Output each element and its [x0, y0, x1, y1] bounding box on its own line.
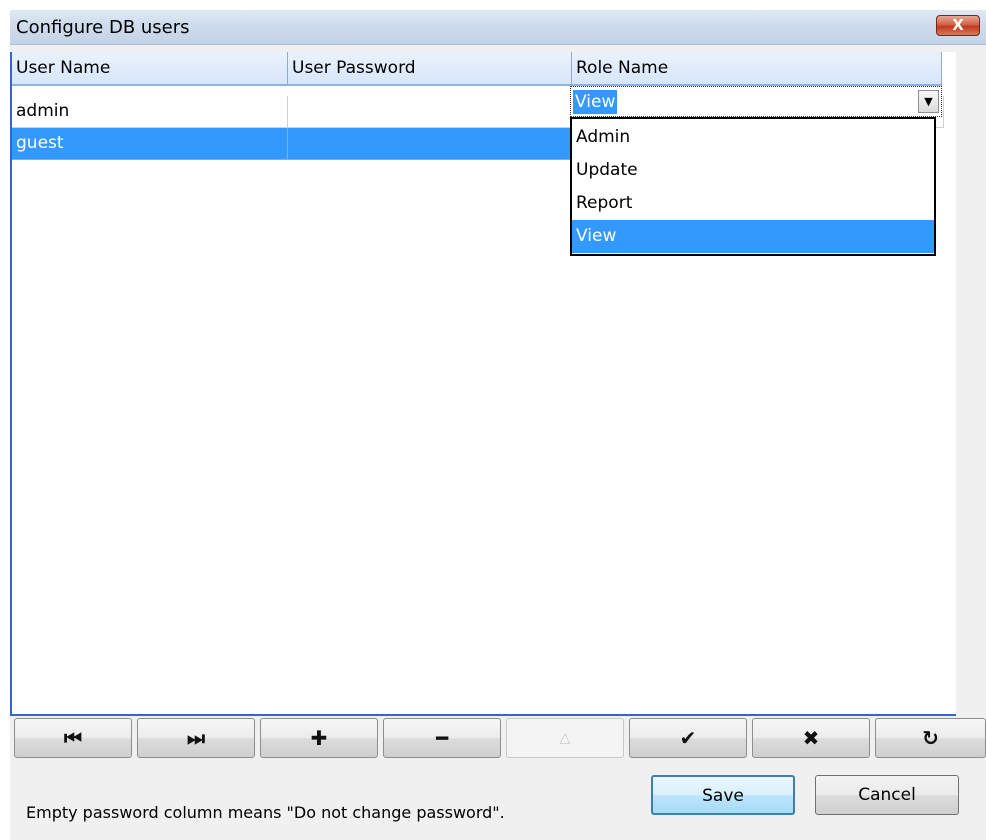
- role-dropdown-list[interactable]: Admin Update Report View: [570, 117, 936, 256]
- role-option-update[interactable]: Update: [572, 154, 934, 187]
- first-record-icon[interactable]: ⏮: [14, 718, 132, 758]
- dialog-title: Configure DB users: [16, 17, 190, 38]
- post-edit-icon[interactable]: ✔: [629, 718, 747, 758]
- password-hint: Empty password column means "Do not chan…: [26, 803, 505, 822]
- column-header-role-name[interactable]: Role Name: [572, 52, 942, 86]
- last-record-icon[interactable]: ⏭: [137, 718, 255, 758]
- delete-record-icon[interactable]: ━: [383, 718, 501, 758]
- cancel-button[interactable]: Cancel: [815, 775, 959, 815]
- column-header-user-name[interactable]: User Name: [12, 52, 288, 86]
- role-option-report[interactable]: Report: [572, 187, 934, 220]
- insert-record-icon[interactable]: ✚: [260, 718, 378, 758]
- user-name-cell[interactable]: guest: [12, 128, 288, 160]
- role-combobox-value: View: [573, 90, 618, 114]
- title-bar: Configure DB users X: [10, 10, 986, 45]
- column-header-user-password[interactable]: User Password: [288, 52, 572, 86]
- save-button[interactable]: Save: [651, 775, 795, 815]
- role-combobox[interactable]: View ▼: [570, 86, 942, 117]
- cancel-edit-icon[interactable]: ✖: [752, 718, 870, 758]
- data-navigator: ⏮ ⏭ ✚ ━ △ ✔ ✖ ↻: [10, 716, 986, 762]
- configure-db-users-dialog: Configure DB users X User Name User Pass…: [10, 10, 986, 840]
- refresh-data-icon[interactable]: ↻: [875, 718, 986, 758]
- role-option-view[interactable]: View: [572, 220, 934, 253]
- role-option-admin[interactable]: Admin: [572, 121, 934, 154]
- user-name-cell[interactable]: admin: [12, 96, 288, 128]
- user-password-cell[interactable]: [288, 128, 572, 160]
- user-password-cell[interactable]: [288, 96, 572, 128]
- edit-record-icon[interactable]: △: [506, 718, 624, 758]
- close-button[interactable]: X: [936, 15, 980, 36]
- dropdown-arrow-icon[interactable]: ▼: [918, 90, 939, 113]
